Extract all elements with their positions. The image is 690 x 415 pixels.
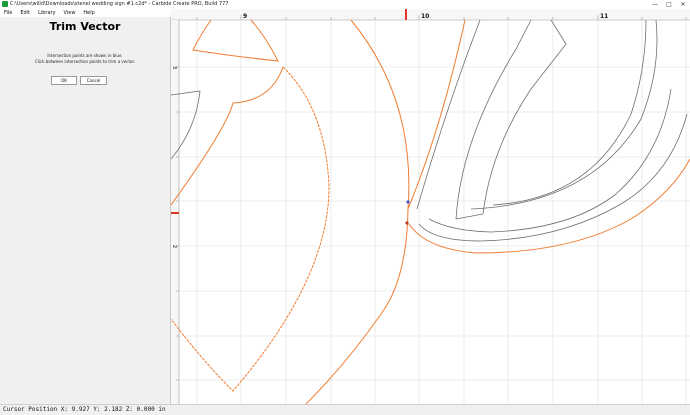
horizontal-ruler bbox=[171, 9, 690, 20]
intersection-point[interactable] bbox=[406, 200, 410, 204]
title-bar: C:\Users\willd\Downloads\stenel wedding … bbox=[0, 0, 690, 9]
panel-title: Trim Vector bbox=[49, 20, 121, 33]
ok-button[interactable]: OK bbox=[51, 76, 77, 85]
maximize-button[interactable]: □ bbox=[662, 0, 676, 9]
trim-vector-panel: Trim Vector Intersection points are show… bbox=[0, 17, 171, 404]
status-bar: Cursor Position X: 9.927 Y: 2.182 Z: 0.0… bbox=[0, 404, 690, 415]
app-icon bbox=[2, 1, 8, 7]
menu-bar: File Edit Library View Help bbox=[0, 9, 170, 17]
ruler-cursor-marker-y bbox=[171, 212, 179, 214]
instruction-line-2: Click between intersection points to tri… bbox=[34, 59, 136, 64]
close-button[interactable]: ✕ bbox=[676, 0, 690, 9]
ruler-cursor-marker-x bbox=[405, 9, 407, 20]
ruler-label-x-11: 11 bbox=[600, 13, 608, 20]
ruler-label-x-10: 10 bbox=[421, 13, 429, 20]
minimize-button[interactable]: — bbox=[648, 0, 662, 9]
ruler-label-y-3: 3 bbox=[171, 66, 177, 69]
instruction-line-1: Intersection points are shown in blue. bbox=[47, 53, 123, 58]
menu-help[interactable]: Help bbox=[79, 9, 98, 17]
ruler-label-y-2: 2 bbox=[171, 245, 177, 248]
menu-view[interactable]: View bbox=[60, 9, 80, 17]
menu-library[interactable]: Library bbox=[34, 9, 59, 17]
design-canvas[interactable]: 9 10 11 3 2 bbox=[171, 9, 690, 404]
intersection-point[interactable] bbox=[405, 221, 409, 225]
menu-file[interactable]: File bbox=[0, 9, 16, 17]
cancel-button[interactable]: Cancel bbox=[80, 76, 107, 85]
menu-edit[interactable]: Edit bbox=[16, 9, 34, 17]
window-title: C:\Users\willd\Downloads\stenel wedding … bbox=[10, 1, 229, 7]
ruler-label-x-9: 9 bbox=[243, 13, 247, 20]
